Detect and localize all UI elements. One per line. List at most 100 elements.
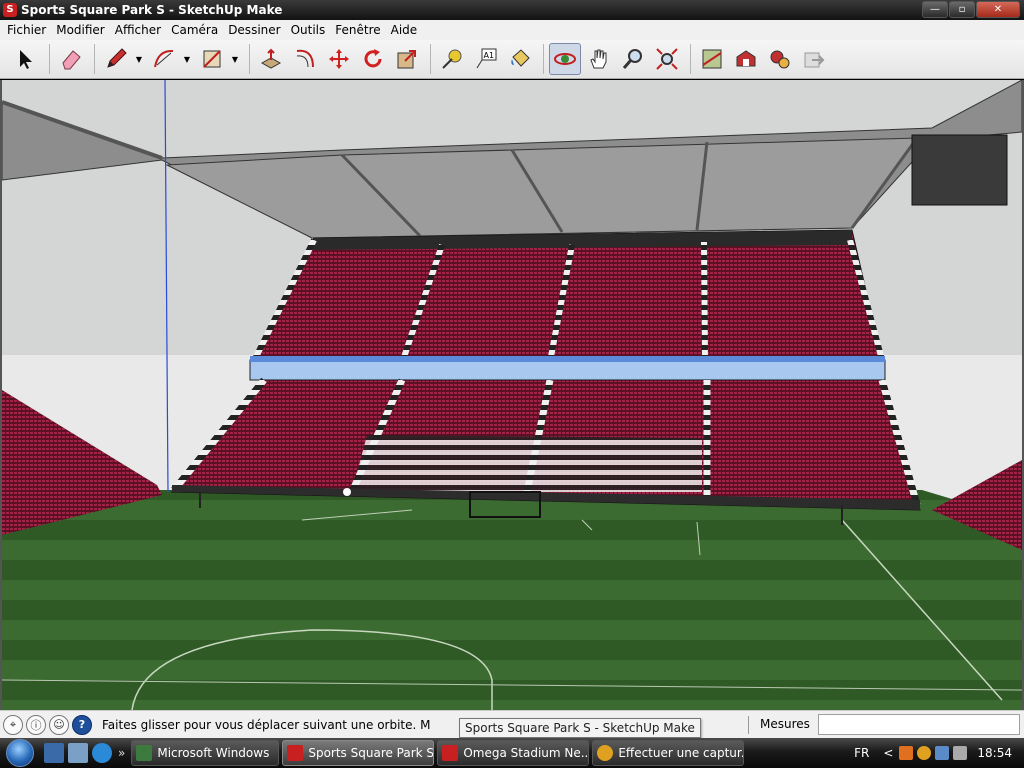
- zoom-tool[interactable]: [617, 43, 649, 75]
- eraser-icon: [62, 50, 81, 70]
- offset-tool[interactable]: [289, 43, 321, 75]
- menu-aide[interactable]: Aide: [386, 23, 423, 37]
- volume-icon[interactable]: [953, 746, 968, 760]
- push-pull-icon: [260, 48, 282, 69]
- toolbar-separator: [543, 44, 544, 74]
- tray-expand-arrow[interactable]: <: [883, 746, 893, 760]
- add-location-tool[interactable]: [696, 43, 728, 75]
- arc-tool-dropdown[interactable]: ▼: [182, 43, 192, 75]
- toolbar-separator: [690, 44, 691, 74]
- switch-windows-icon[interactable]: [68, 743, 88, 763]
- pitch-grass: [2, 490, 1022, 710]
- tape-measure-tool[interactable]: [436, 43, 468, 75]
- window-title: Sports Square Park S - SketchUp Make: [21, 3, 283, 17]
- menu-outils[interactable]: Outils: [286, 23, 331, 37]
- geolocation-icon[interactable]: ⌖: [3, 714, 23, 735]
- maximize-button[interactable]: ▫: [949, 1, 975, 18]
- text-tool[interactable]: A1: [470, 43, 502, 75]
- share-model-tool[interactable]: [798, 43, 830, 75]
- title-bar: S Sports Square Park S - SketchUp Make —…: [0, 0, 1024, 20]
- windows-taskbar: » Microsoft Windows Sports Square Park S…: [0, 738, 1024, 768]
- push-pull-tool[interactable]: [255, 43, 287, 75]
- pan-tool[interactable]: [583, 43, 615, 75]
- eraser-tool[interactable]: [55, 43, 87, 75]
- 3d-warehouse-tool[interactable]: [730, 43, 762, 75]
- move-icon: [329, 49, 349, 69]
- chrome-icon: [597, 745, 614, 761]
- rectangle-tool-dropdown[interactable]: ▼: [230, 43, 240, 75]
- toolbar-separator: [94, 44, 95, 74]
- toolbar-separator: [249, 44, 250, 74]
- measures-input[interactable]: [818, 714, 1020, 735]
- sketchup-app-icon: S: [3, 3, 17, 17]
- tape-icon: [442, 49, 462, 69]
- arc-icon: [154, 49, 174, 68]
- tray-chrome-icon[interactable]: [917, 746, 932, 760]
- bucket-icon: [511, 49, 530, 67]
- map-icon: [702, 49, 722, 69]
- task-sketchup-omega-stadium[interactable]: Omega Stadium Ne...: [437, 740, 590, 766]
- text-icon: A1: [476, 48, 497, 69]
- task-microsoft-windows[interactable]: Microsoft Windows: [131, 740, 280, 766]
- menu-fichier[interactable]: Fichier: [2, 23, 51, 37]
- pencil-tool-dropdown[interactable]: ▼: [134, 43, 144, 75]
- rotate-tool[interactable]: [357, 43, 389, 75]
- select-tool[interactable]: [10, 43, 42, 75]
- help-icon[interactable]: ?: [72, 714, 92, 735]
- zoom-extents-tool[interactable]: [651, 43, 683, 75]
- measures-label: Mesures: [760, 717, 810, 731]
- zoom-extents-icon: [656, 48, 678, 70]
- offset-icon: [296, 49, 314, 68]
- network-icon[interactable]: [935, 746, 950, 760]
- scale-tool[interactable]: [391, 43, 423, 75]
- concourse-level: [249, 359, 886, 381]
- rectangle-icon: [203, 50, 221, 68]
- show-desktop-icon[interactable]: [44, 743, 64, 763]
- upper-tier-seats: [251, 229, 883, 366]
- status-divider: [748, 716, 749, 734]
- extension-icon: [770, 50, 790, 69]
- menu-dessiner[interactable]: Dessiner: [223, 23, 285, 37]
- hand-icon: [590, 49, 607, 69]
- arrow-icon: [20, 50, 32, 69]
- quick-launch-more[interactable]: »: [118, 746, 125, 760]
- rotate-icon: [364, 49, 382, 68]
- corner-marker: [343, 488, 351, 496]
- internet-explorer-icon[interactable]: [92, 743, 112, 763]
- sketchup-task-icon: [442, 745, 459, 761]
- arc-tool[interactable]: [148, 43, 180, 75]
- share-icon: [804, 52, 825, 68]
- scale-icon: [397, 50, 416, 69]
- minimize-button[interactable]: —: [922, 1, 948, 18]
- 3d-viewport[interactable]: [0, 80, 1024, 710]
- start-button[interactable]: [0, 738, 40, 768]
- language-indicator[interactable]: FR: [854, 746, 869, 760]
- orbit-icon: [554, 53, 576, 65]
- warehouse-icon: [736, 50, 756, 67]
- orbit-tool[interactable]: [549, 43, 581, 75]
- extension-warehouse-tool[interactable]: [764, 43, 796, 75]
- svg-text:A1: A1: [484, 51, 495, 60]
- close-button[interactable]: ✕: [976, 1, 1020, 18]
- concourse-rail: [250, 356, 885, 362]
- menu-modifier[interactable]: Modifier: [51, 23, 110, 37]
- clock[interactable]: 18:54: [977, 746, 1012, 760]
- stadium-model: [2, 80, 1022, 710]
- window-controls: — ▫ ✕: [921, 1, 1020, 18]
- menu-camera[interactable]: Caméra: [166, 23, 223, 37]
- menu-fenetre[interactable]: Fenêtre: [330, 23, 385, 37]
- pencil-icon: [107, 48, 127, 68]
- scoreboard-screen: [911, 134, 1008, 206]
- move-tool[interactable]: [323, 43, 355, 75]
- tray-app-icon[interactable]: [899, 746, 914, 760]
- menu-afficher[interactable]: Afficher: [110, 23, 166, 37]
- user-account-icon[interactable]: ☺: [49, 714, 69, 735]
- windows-app-icon: [136, 745, 153, 761]
- rectangle-tool[interactable]: [196, 43, 228, 75]
- paint-bucket-tool[interactable]: [504, 43, 536, 75]
- pencil-tool[interactable]: [100, 43, 132, 75]
- task-sketchup-sports-square[interactable]: Sports Square Park S...: [282, 740, 435, 766]
- main-toolbar: ▼ ▼ ▼ A1: [0, 40, 1024, 79]
- task-chrome-capture[interactable]: Effectuer une captur...: [592, 740, 745, 766]
- credits-icon[interactable]: ⓘ: [26, 714, 46, 735]
